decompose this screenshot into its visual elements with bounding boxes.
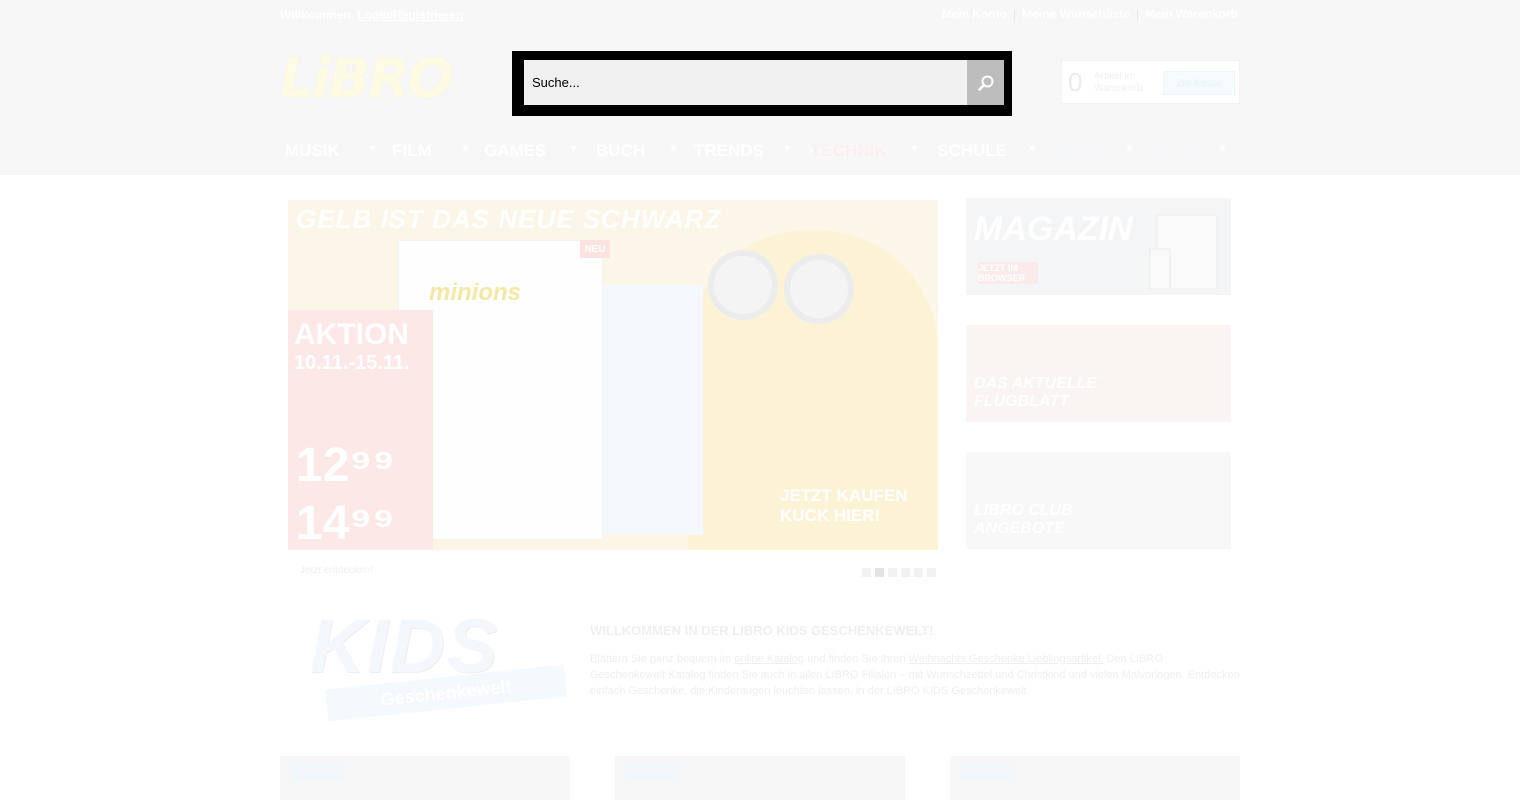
- book-brand: minions: [429, 279, 522, 306]
- search-icon: [977, 75, 993, 91]
- chevron-down-icon[interactable]: ▼: [367, 143, 378, 155]
- cart-link[interactable]: Mein Warenkorb: [1145, 7, 1238, 21]
- magazin-button[interactable]: JETZT IM BROWSER: [978, 262, 1038, 284]
- slider-dot[interactable]: [862, 568, 871, 577]
- search-button[interactable]: [967, 60, 1004, 105]
- separator: |: [1135, 7, 1140, 21]
- slider-dot[interactable]: [927, 568, 936, 577]
- chevron-down-icon[interactable]: ▼: [1217, 143, 1228, 155]
- hero-banner[interactable]: GELB IST DAS NEUE SCHWARZ minions NEU AK…: [288, 200, 938, 550]
- libro-logo[interactable]: LiBRO: [280, 52, 470, 106]
- nav-item-schule[interactable]: SCHULE ▼: [932, 135, 1049, 167]
- nav-label: TECHNIK: [811, 141, 887, 160]
- welcome-text-part: Blättern Sie ganz bequem im: [590, 653, 732, 665]
- welcome-text: Willkommen,: [280, 8, 354, 22]
- minion-eye: [708, 250, 778, 320]
- account-links: Mein Konto | Meine Wunschliste | Mein Wa…: [942, 7, 1238, 21]
- search-input[interactable]: [524, 60, 967, 105]
- slider-dot[interactable]: [914, 568, 923, 577]
- thumb-tag: [290, 762, 344, 780]
- product-thumb[interactable]: [950, 756, 1240, 800]
- login-link[interactable]: Login/Registrieren: [357, 8, 463, 22]
- my-account-link[interactable]: Mein Konto: [942, 7, 1007, 21]
- nav-label: TOYS: [1151, 141, 1197, 160]
- magazin-teaser[interactable]: MAGAZIN JETZT IM BROWSER: [966, 198, 1231, 295]
- product-thumb[interactable]: [280, 756, 570, 800]
- price-1: 12⁹⁹: [296, 439, 395, 492]
- banner-slogan: GELB IST DAS NEUE SCHWARZ: [296, 204, 722, 234]
- new-badge: NEU: [580, 240, 610, 258]
- flugblatt-title: DAS AKTUELLE FLUGBLATT: [974, 375, 1097, 410]
- chevron-down-icon[interactable]: ▼: [782, 143, 793, 155]
- banner-cta[interactable]: JETZT KAUFEN KUCK HIER!: [780, 486, 910, 526]
- nav-item-buero[interactable]: BÜRO ▼: [1049, 135, 1146, 167]
- welcome-text-part: und finden Sie Ihren: [807, 653, 906, 665]
- dvd-covers: [603, 285, 703, 535]
- slider-caption[interactable]: Jetzt entdecken!: [300, 565, 373, 576]
- aktion-dates: 10.11.-15.11.: [294, 352, 410, 374]
- slider-controls: Jetzt entdecken!: [288, 562, 938, 584]
- chevron-down-icon[interactable]: ▼: [1124, 143, 1135, 155]
- thumb-tag: [960, 762, 1014, 780]
- nav-item-film[interactable]: FILM ▼: [387, 135, 479, 167]
- product-thumb[interactable]: [615, 756, 905, 800]
- magazin-title: MAGAZIN: [974, 210, 1133, 248]
- wishlist-link[interactable]: Meine Wunschliste: [1022, 7, 1130, 21]
- minion-eye: [784, 254, 854, 324]
- nav-label: TRENDS: [694, 141, 764, 160]
- nav-item-games[interactable]: GAMES ▼: [479, 135, 591, 167]
- nav-label: BÜRO: [1054, 141, 1105, 160]
- slider-dot-active[interactable]: [875, 568, 884, 577]
- kids-logo[interactable]: KIDS Geschenkewelt: [296, 603, 576, 726]
- nav-label: GAMES: [484, 141, 547, 160]
- slider-dots: [862, 568, 936, 577]
- catalog-link[interactable]: online Katalog: [734, 653, 804, 665]
- chevron-down-icon[interactable]: ▼: [568, 143, 579, 155]
- flugblatt-teaser[interactable]: DAS AKTUELLE FLUGBLATT: [966, 325, 1231, 422]
- separator: |: [1013, 7, 1017, 21]
- nav-label: MUSIK: [285, 141, 340, 160]
- checkout-button[interactable]: Zur Kasse: [1163, 71, 1235, 95]
- nav-item-buch[interactable]: BUCH ▼: [591, 135, 689, 167]
- nav-item-musik[interactable]: MUSIK ▼: [280, 135, 387, 167]
- welcome-paragraph: Blättern Sie ganz bequem im online Katal…: [590, 651, 1240, 699]
- aktion-title: AKTION: [294, 318, 409, 351]
- aktion-box: AKTION 10.11.-15.11. 12⁹⁹ 14⁹⁹: [288, 310, 433, 550]
- gift-link[interactable]: Weihnachts Geschenke Lieblingsartikel.: [909, 653, 1104, 665]
- club-teaser[interactable]: LIBRO CLUB ANGEBOTE: [966, 452, 1231, 549]
- nav-label: BUCH: [596, 141, 646, 160]
- cart-count: 0: [1068, 67, 1083, 97]
- phone-image: [1149, 248, 1171, 290]
- cart-widget[interactable]: 0 Artikel im Warenkorb Zur Kasse: [1061, 60, 1240, 104]
- slider-dot[interactable]: [888, 568, 897, 577]
- nav-label: SCHULE: [937, 141, 1007, 160]
- nav-item-trends[interactable]: TRENDS ▼: [689, 135, 806, 167]
- welcome-bar: Willkommen, Login/Registrieren: [280, 8, 463, 22]
- chevron-down-icon[interactable]: ▼: [460, 143, 471, 155]
- club-title: LIBRO CLUB ANGEBOTE: [974, 502, 1073, 537]
- slider-dot[interactable]: [901, 568, 910, 577]
- nav-label: FILM: [392, 141, 432, 160]
- nav-item-toys[interactable]: TOYS ▼: [1146, 135, 1240, 167]
- cart-label: Artikel im Warenkorb: [1094, 71, 1143, 94]
- chevron-down-icon[interactable]: ▼: [1027, 143, 1038, 155]
- chevron-down-icon[interactable]: ▼: [668, 143, 679, 155]
- main-nav: MUSIK ▼ FILM ▼ GAMES ▼ BUCH ▼ TRENDS ▼ T…: [280, 135, 1240, 167]
- chevron-down-icon[interactable]: ▼: [909, 143, 920, 155]
- welcome-heading: WILLKOMMEN IN DER LIBRO KIDS GESCHENKEWE…: [590, 623, 934, 638]
- thumb-tag: [625, 762, 679, 780]
- price-2: 14⁹⁹: [296, 497, 395, 550]
- nav-item-technik[interactable]: TECHNIK ▼: [806, 135, 932, 167]
- logo-text: LiBRO: [280, 47, 454, 110]
